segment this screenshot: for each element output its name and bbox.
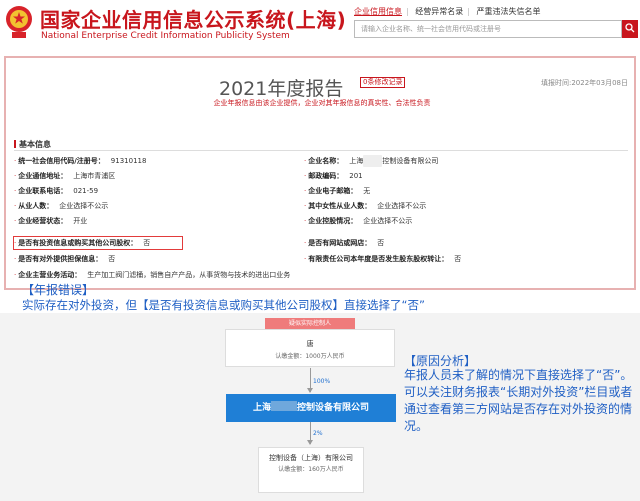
national-emblem-icon (6, 6, 32, 38)
stake-pct-2: 2% (313, 430, 323, 437)
report-title: 2021年度报告 (219, 78, 344, 100)
error-annotation-title: 【年报错误】 (22, 283, 95, 297)
field-holding-status: · 企业控股情况： 企业选择不公示 (304, 217, 413, 225)
field-credit-code: · 统一社会信用代码/注册号： 91310118 (14, 157, 147, 165)
field-postcode: · 邮政编码： 201 (304, 172, 363, 180)
link-credit-info[interactable]: 企业信用信息 (354, 7, 402, 16)
field-main-business: · 企业主营业务活动： 生产加工阀门滤桶，销售自产产品，从事货物与技术的进出口业务 (14, 271, 291, 279)
subsidiary-capital: 认缴金额：160万人民币 (278, 466, 344, 473)
field-website: · 是否有网站或网店：否 (304, 239, 385, 247)
top-links: 企业信用信息 | 经营异常名录 | 严重违法失信名单 (354, 7, 541, 16)
field-email: · 企业电子邮箱：无 (304, 187, 371, 195)
section-divider (14, 150, 628, 151)
section-title: 基本信息 (14, 139, 51, 150)
shareholder-node[interactable]: 唐 认缴金额：1000万人民币 (225, 329, 395, 367)
field-equity-transfer: · 有限责任公司本年度是否发生股东股权转让：否 (304, 255, 462, 263)
link-abnormal-list[interactable]: 经营异常名录 (415, 7, 463, 16)
field-employees: · 从业人数： 企业选择不公示 (14, 202, 109, 210)
site-title: 国家企业信用信息公示系统(上海) (40, 8, 347, 32)
field-female-employees: · 其中女性从业人数： 企业选择不公示 (304, 202, 427, 210)
field-company-name: ·企业名称：上海XXXX控制设备有限公司 (304, 155, 439, 167)
shareholder-capital: 认缴金额：1000万人民币 (275, 353, 345, 360)
stake-pct-1: 100% (313, 378, 331, 385)
search-icon (625, 23, 635, 33)
shareholder-name: 唐 (306, 340, 314, 348)
field-phone: · 企业联系电话： 021-59 (14, 187, 99, 195)
site-header: 国家企业信用信息公示系统(上海) National Enterprise Cre… (0, 0, 640, 52)
subsidiary-name: 控制设备（上海）有限公司 (269, 454, 353, 462)
revision-badge[interactable]: 0条修改记录 (360, 77, 406, 88)
report-notice: 企业年报信息由该企业提供，企业对其年报信息的真实性、合法性负责 (213, 99, 431, 107)
fill-date: 填报时间:2022年03月08日 (541, 79, 628, 87)
field-address: · 企业通信地址： 上海市青浦区 (14, 172, 116, 180)
controller-tag: 疑似实际控制人 (265, 318, 355, 329)
cause-annotation-text: 年报人员未了解的情况下直接选择了“否”。可以关注财务报表“长期对外投资”栏目或者… (404, 368, 633, 433)
field-guarantee-info: · 是否有对外提供担保信息：否 (14, 255, 116, 263)
field-investment-info: · 是否有投资信息或购买其他公司股权：否 (14, 239, 151, 247)
field-operating-status: · 企业经营状态： 开业 (14, 217, 88, 225)
site-subtitle: National Enterprise Credit Information P… (41, 31, 290, 41)
subsidiary-node[interactable]: 控制设备（上海）有限公司 认缴金额：160万人民币 (258, 447, 364, 493)
search-button[interactable] (622, 20, 638, 38)
link-blacklist[interactable]: 严重违法失信名单 (477, 7, 541, 16)
error-annotation-text: 实际存在对外投资，但【是否有投资信息或购买其他公司股权】直接选择了“否” (22, 298, 425, 312)
arrowhead-1 (307, 388, 313, 393)
search-input[interactable]: 请输入企业名称、统一社会信用代码或注册号 (354, 20, 622, 38)
company-node[interactable]: 上海 控制设备有限公司 (226, 394, 396, 422)
arrowhead-2 (307, 440, 313, 445)
